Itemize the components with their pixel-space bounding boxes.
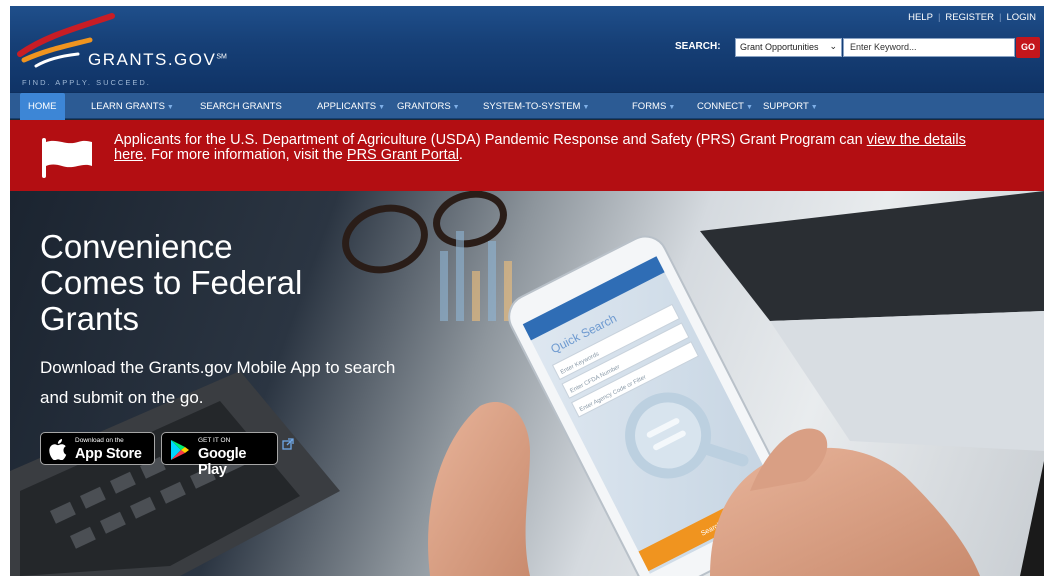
main-nav: HOME LEARN GRANTS ▼ SEARCH GRANTS APPLICA… xyxy=(10,92,1044,120)
nav-item-applicants[interactable]: APPLICANTS ▼ xyxy=(317,93,385,120)
register-link[interactable]: REGISTER xyxy=(945,12,994,23)
prs-portal-link[interactable]: PRS Grant Portal xyxy=(347,147,459,163)
grants-gov-logo[interactable]: GRANTS.GOVSM FIND. APPLY. SUCCEED. xyxy=(16,10,256,88)
nav-item-learn-grants[interactable]: LEARN GRANTS ▼ xyxy=(91,93,174,120)
search-label: SEARCH: xyxy=(675,41,721,52)
search-type-value: Grant Opportunities xyxy=(740,42,819,52)
app-store-badge[interactable]: Download on the App Store xyxy=(40,432,155,465)
caret-down-icon: ▼ xyxy=(582,104,590,111)
search-type-select[interactable]: Grant Opportunities ⌄ xyxy=(735,38,842,57)
site-header: GRANTS.GOVSM FIND. APPLY. SUCCEED. HELP … xyxy=(10,6,1044,92)
hero-title: Convenience Comes to Federal Grants xyxy=(40,229,302,337)
logo-text: GRANTS.GOVSM xyxy=(88,50,227,69)
nav-item-system-to-system[interactable]: SYSTEM-TO-SYSTEM ▼ xyxy=(483,93,589,120)
caret-down-icon: ▼ xyxy=(166,104,174,111)
hero-title-line: Convenience xyxy=(40,228,233,265)
apple-icon xyxy=(49,439,67,460)
hero-title-line: Grants xyxy=(40,300,140,337)
google-play-small-text: GET IT ON xyxy=(198,437,231,444)
google-play-badge[interactable]: GET IT ON Google Play xyxy=(161,432,278,478)
hero-subtitle: Download the Grants.gov Mobile App to se… xyxy=(40,358,396,407)
link-separator: | xyxy=(998,12,1002,23)
google-play-big-text: Google Play xyxy=(198,446,247,478)
link-separator: | xyxy=(937,12,941,23)
login-link[interactable]: LOGIN xyxy=(1006,12,1036,23)
hero-title-line: Comes to Federal xyxy=(40,264,303,301)
flag-icon xyxy=(42,138,92,178)
google-play-icon xyxy=(171,440,189,460)
alert-text-before: Applicants for the U.S. Department of Ag… xyxy=(114,132,867,148)
nav-item-forms[interactable]: FORMS ▼ xyxy=(632,93,675,120)
nav-item-connect[interactable]: CONNECT ▼ xyxy=(697,93,753,120)
utility-links: HELP | REGISTER | LOGIN xyxy=(908,12,1036,23)
page: GRANTS.GOVSM FIND. APPLY. SUCCEED. HELP … xyxy=(10,6,1044,576)
alert-text-after: . xyxy=(458,147,463,163)
search-go-button[interactable]: GO xyxy=(1016,37,1040,58)
chevron-down-icon: ⌄ xyxy=(829,41,837,51)
alert-text-middle: . For more information, visit the xyxy=(143,147,347,163)
caret-down-icon: ▼ xyxy=(378,104,386,111)
nav-item-search-grants[interactable]: SEARCH GRANTS xyxy=(200,93,282,120)
external-link-icon[interactable] xyxy=(282,438,294,450)
help-link[interactable]: HELP xyxy=(908,12,933,23)
hero-banner: Quick Search Enter Keywords Enter CFDA N… xyxy=(10,191,1044,576)
caret-down-icon: ▼ xyxy=(810,104,818,111)
nav-item-support[interactable]: SUPPORT ▼ xyxy=(763,93,818,120)
logo-tagline: FIND. APPLY. SUCCEED. xyxy=(22,78,151,87)
app-store-big-text: App Store xyxy=(75,446,142,462)
caret-down-icon: ▼ xyxy=(745,104,753,111)
search-keyword-input[interactable]: Enter Keyword... xyxy=(843,38,1015,57)
alert-message: Applicants for the U.S. Department of Ag… xyxy=(114,133,994,163)
nav-item-grantors[interactable]: GRANTORS ▼ xyxy=(397,93,460,120)
nav-item-home[interactable]: HOME xyxy=(20,93,65,120)
app-store-small-text: Download on the xyxy=(75,437,124,444)
alert-banner: Applicants for the U.S. Department of Ag… xyxy=(10,120,1044,191)
caret-down-icon: ▼ xyxy=(668,104,676,111)
caret-down-icon: ▼ xyxy=(452,104,460,111)
